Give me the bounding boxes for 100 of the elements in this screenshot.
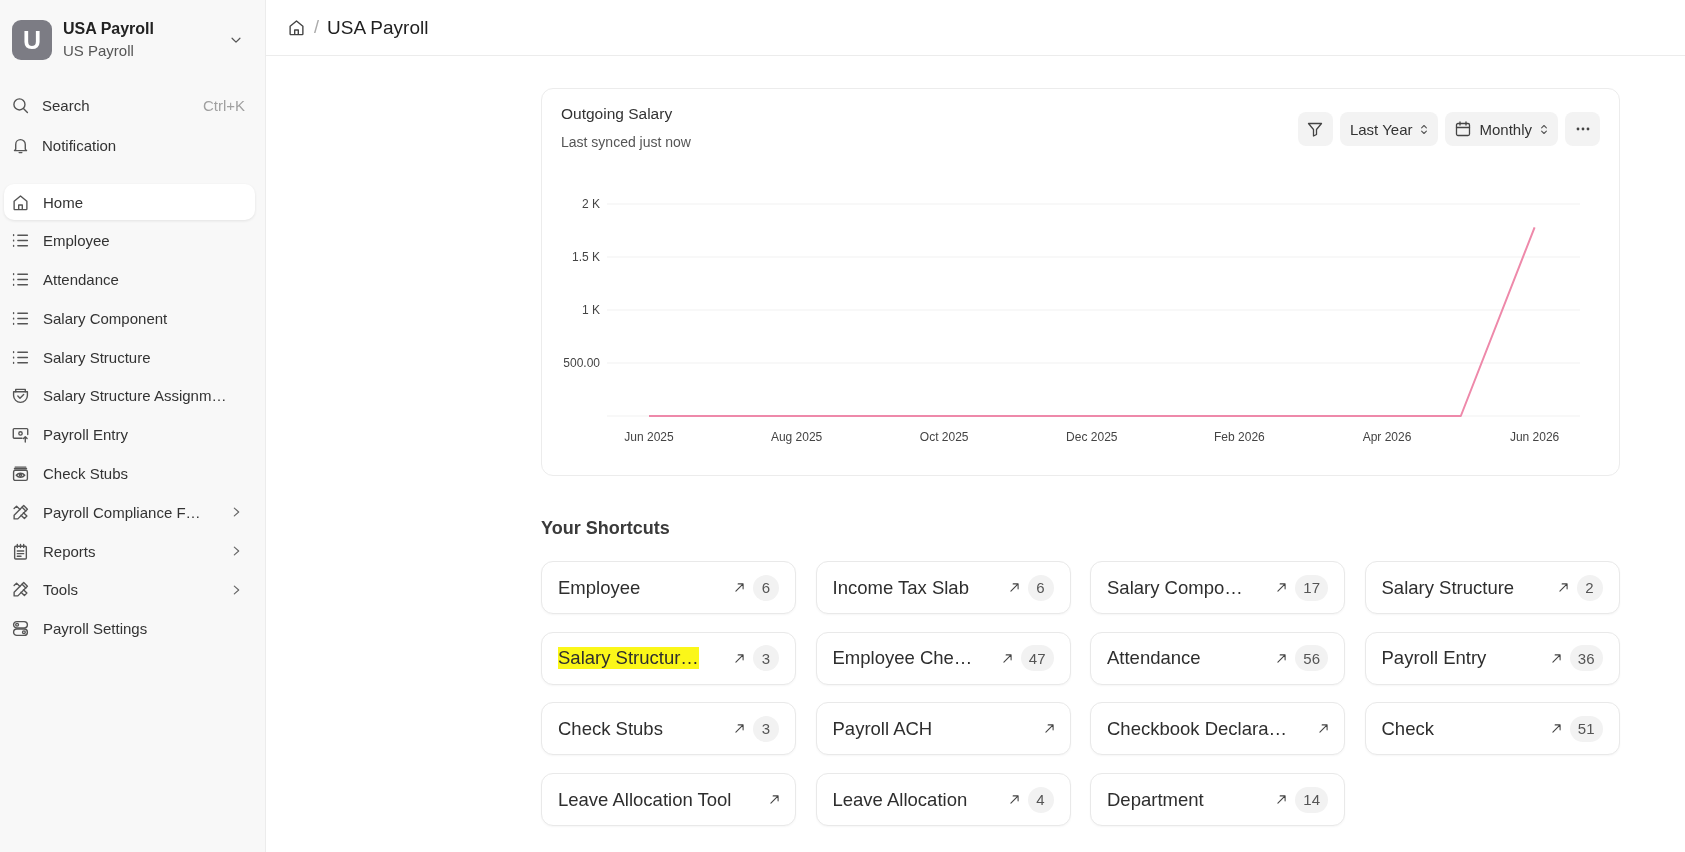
section-heading: Your Shortcuts — [541, 517, 670, 539]
breadcrumb-separator: / — [314, 17, 319, 38]
shortcut-card[interactable]: Employee 6 — [541, 561, 796, 614]
count-badge: 36 — [1569, 645, 1603, 672]
x-axis-label: Apr 2026 — [1362, 430, 1412, 444]
dropdown-button[interactable]: Monthly — [1445, 112, 1558, 146]
arrow-up-right-icon — [1319, 724, 1328, 734]
arrow-up-right-icon — [735, 653, 744, 663]
arrow-up-right-icon — [1558, 583, 1568, 592]
arrow-up-right-icon — [1002, 653, 1012, 663]
shortcut-card[interactable]: Salary Structure 2 — [1364, 561, 1620, 614]
arrow-up-right-icon — [735, 583, 744, 592]
count-badge: 51 — [1569, 715, 1603, 742]
count-badge: 56 — [1295, 645, 1328, 672]
y-axis-label: 1 K — [582, 303, 600, 317]
home-icon — [12, 193, 29, 211]
search-button[interactable]: Search Ctrl+K — [4, 86, 255, 124]
filter-icon — [1307, 121, 1324, 137]
arrow-up-right-icon — [1551, 653, 1561, 663]
arrow-up-right-icon — [1277, 795, 1287, 805]
sidebar-item[interactable]: Payroll Entry — [4, 416, 255, 453]
sidebar-item[interactable]: Check Stubs — [4, 455, 255, 492]
shortcut-card[interactable]: Payroll Entry 36 — [1364, 631, 1620, 685]
breadcrumb-current[interactable]: USA Payroll — [327, 16, 429, 39]
tools-icon — [12, 503, 29, 521]
shortcut-card[interactable]: Leave Allocation Tool — [541, 773, 796, 827]
up-down-chevron-icon — [1420, 122, 1429, 136]
y-axis-label: 500.00 — [563, 356, 600, 370]
workspace-title: USA Payroll — [63, 19, 154, 39]
list-icon — [12, 348, 29, 366]
y-axis-label: 1.5 K — [571, 250, 600, 264]
arrow-up-right-icon — [1277, 653, 1287, 663]
clipboard-icon — [12, 542, 29, 560]
arrow-up-right-icon — [1009, 583, 1019, 592]
count-badge: 4 — [1027, 786, 1054, 813]
shortcut-card[interactable]: Check 51 — [1364, 702, 1620, 756]
sidebar-item[interactable]: Salary Structure Assignm… — [4, 378, 255, 414]
arrow-up-right-icon — [735, 724, 744, 734]
shortcut-card[interactable]: Check Stubs 3 — [541, 702, 796, 756]
count-badge: 2 — [1576, 574, 1603, 601]
shortcut-card[interactable]: Salary Compo… 17 — [1090, 561, 1345, 614]
x-axis-label: Aug 2025 — [770, 430, 823, 444]
arrow-up-right-icon — [1277, 583, 1287, 592]
sidebar-item[interactable]: Payroll Settings — [4, 610, 255, 647]
count-badge: 47 — [1020, 645, 1054, 672]
banknote-arrow-icon — [12, 426, 29, 444]
x-axis-label: Oct 2025 — [919, 430, 969, 444]
x-axis-label: Jun 2026 — [1509, 430, 1560, 444]
home-icon[interactable] — [288, 19, 305, 36]
text-highlight: Salary Structur… — [558, 647, 699, 670]
shortcut-card[interactable]: Payroll ACH — [815, 702, 1071, 756]
more-icon — [1575, 127, 1590, 131]
shortcut-card[interactable]: Checkbook Declara… — [1090, 702, 1345, 756]
sync-status: Last synced just now — [561, 133, 691, 151]
arrow-up-right-icon — [1044, 724, 1054, 734]
sidebar-item[interactable]: Salary Component — [4, 300, 255, 337]
toggles-icon — [12, 620, 29, 638]
sidebar-item[interactable]: Payroll Compliance F… — [4, 494, 255, 531]
shortcut-card[interactable]: Employee Che… 47 — [815, 631, 1071, 685]
dropdown-button[interactable]: Last Year — [1339, 112, 1439, 146]
count-badge: 17 — [1295, 574, 1328, 601]
tools-icon — [12, 581, 29, 599]
workspace-logo: U — [12, 20, 52, 60]
calendar-icon — [1455, 121, 1472, 137]
arrow-up-right-icon — [770, 795, 779, 805]
arrow-up-right-icon — [1009, 795, 1019, 805]
count-badge: 6 — [1027, 574, 1054, 601]
list-icon — [12, 309, 29, 327]
notification-button[interactable]: Notification — [4, 126, 255, 164]
y-axis-label: 2 K — [582, 197, 600, 211]
sidebar-item[interactable]: Tools — [4, 571, 255, 608]
eye-tray-icon — [12, 465, 29, 483]
sidebar-item[interactable]: Attendance — [4, 261, 255, 298]
x-axis-label: Feb 2026 — [1214, 430, 1265, 444]
x-axis-label: Dec 2025 — [1066, 430, 1118, 444]
shortcut-card[interactable]: Salary Structur… 3 — [541, 631, 796, 685]
arrow-up-right-icon — [1551, 724, 1561, 734]
shortcut-card[interactable]: Income Tax Slab 6 — [815, 561, 1071, 614]
sidebar-item[interactable]: Reports — [4, 533, 255, 570]
shortcut-card[interactable]: Leave Allocation 4 — [815, 773, 1071, 827]
badge-check-icon — [12, 387, 29, 405]
count-badge: 14 — [1295, 786, 1328, 813]
sidebar-item[interactable]: Salary Structure — [4, 339, 255, 376]
chart-title: Outgoing Salary — [561, 105, 673, 123]
up-down-chevron-icon — [1540, 122, 1548, 136]
count-badge: 6 — [753, 574, 779, 601]
count-badge: 3 — [753, 645, 779, 672]
count-badge: 3 — [753, 715, 779, 742]
sidebar-item[interactable]: Home — [4, 184, 255, 220]
x-axis-label: Jun 2025 — [624, 430, 674, 444]
search-icon — [12, 96, 29, 114]
bell-icon — [12, 136, 29, 154]
keyboard-shortcut-hint: Ctrl+K — [202, 96, 245, 114]
filter-button[interactable] — [1297, 112, 1333, 146]
list-icon — [12, 271, 29, 289]
shortcut-card[interactable]: Attendance 56 — [1090, 631, 1345, 685]
sidebar-item[interactable]: Employee — [4, 222, 255, 259]
workspace-subtitle: US Payroll — [63, 41, 134, 61]
list-icon — [12, 232, 29, 250]
shortcut-card[interactable]: Department 14 — [1090, 773, 1345, 827]
